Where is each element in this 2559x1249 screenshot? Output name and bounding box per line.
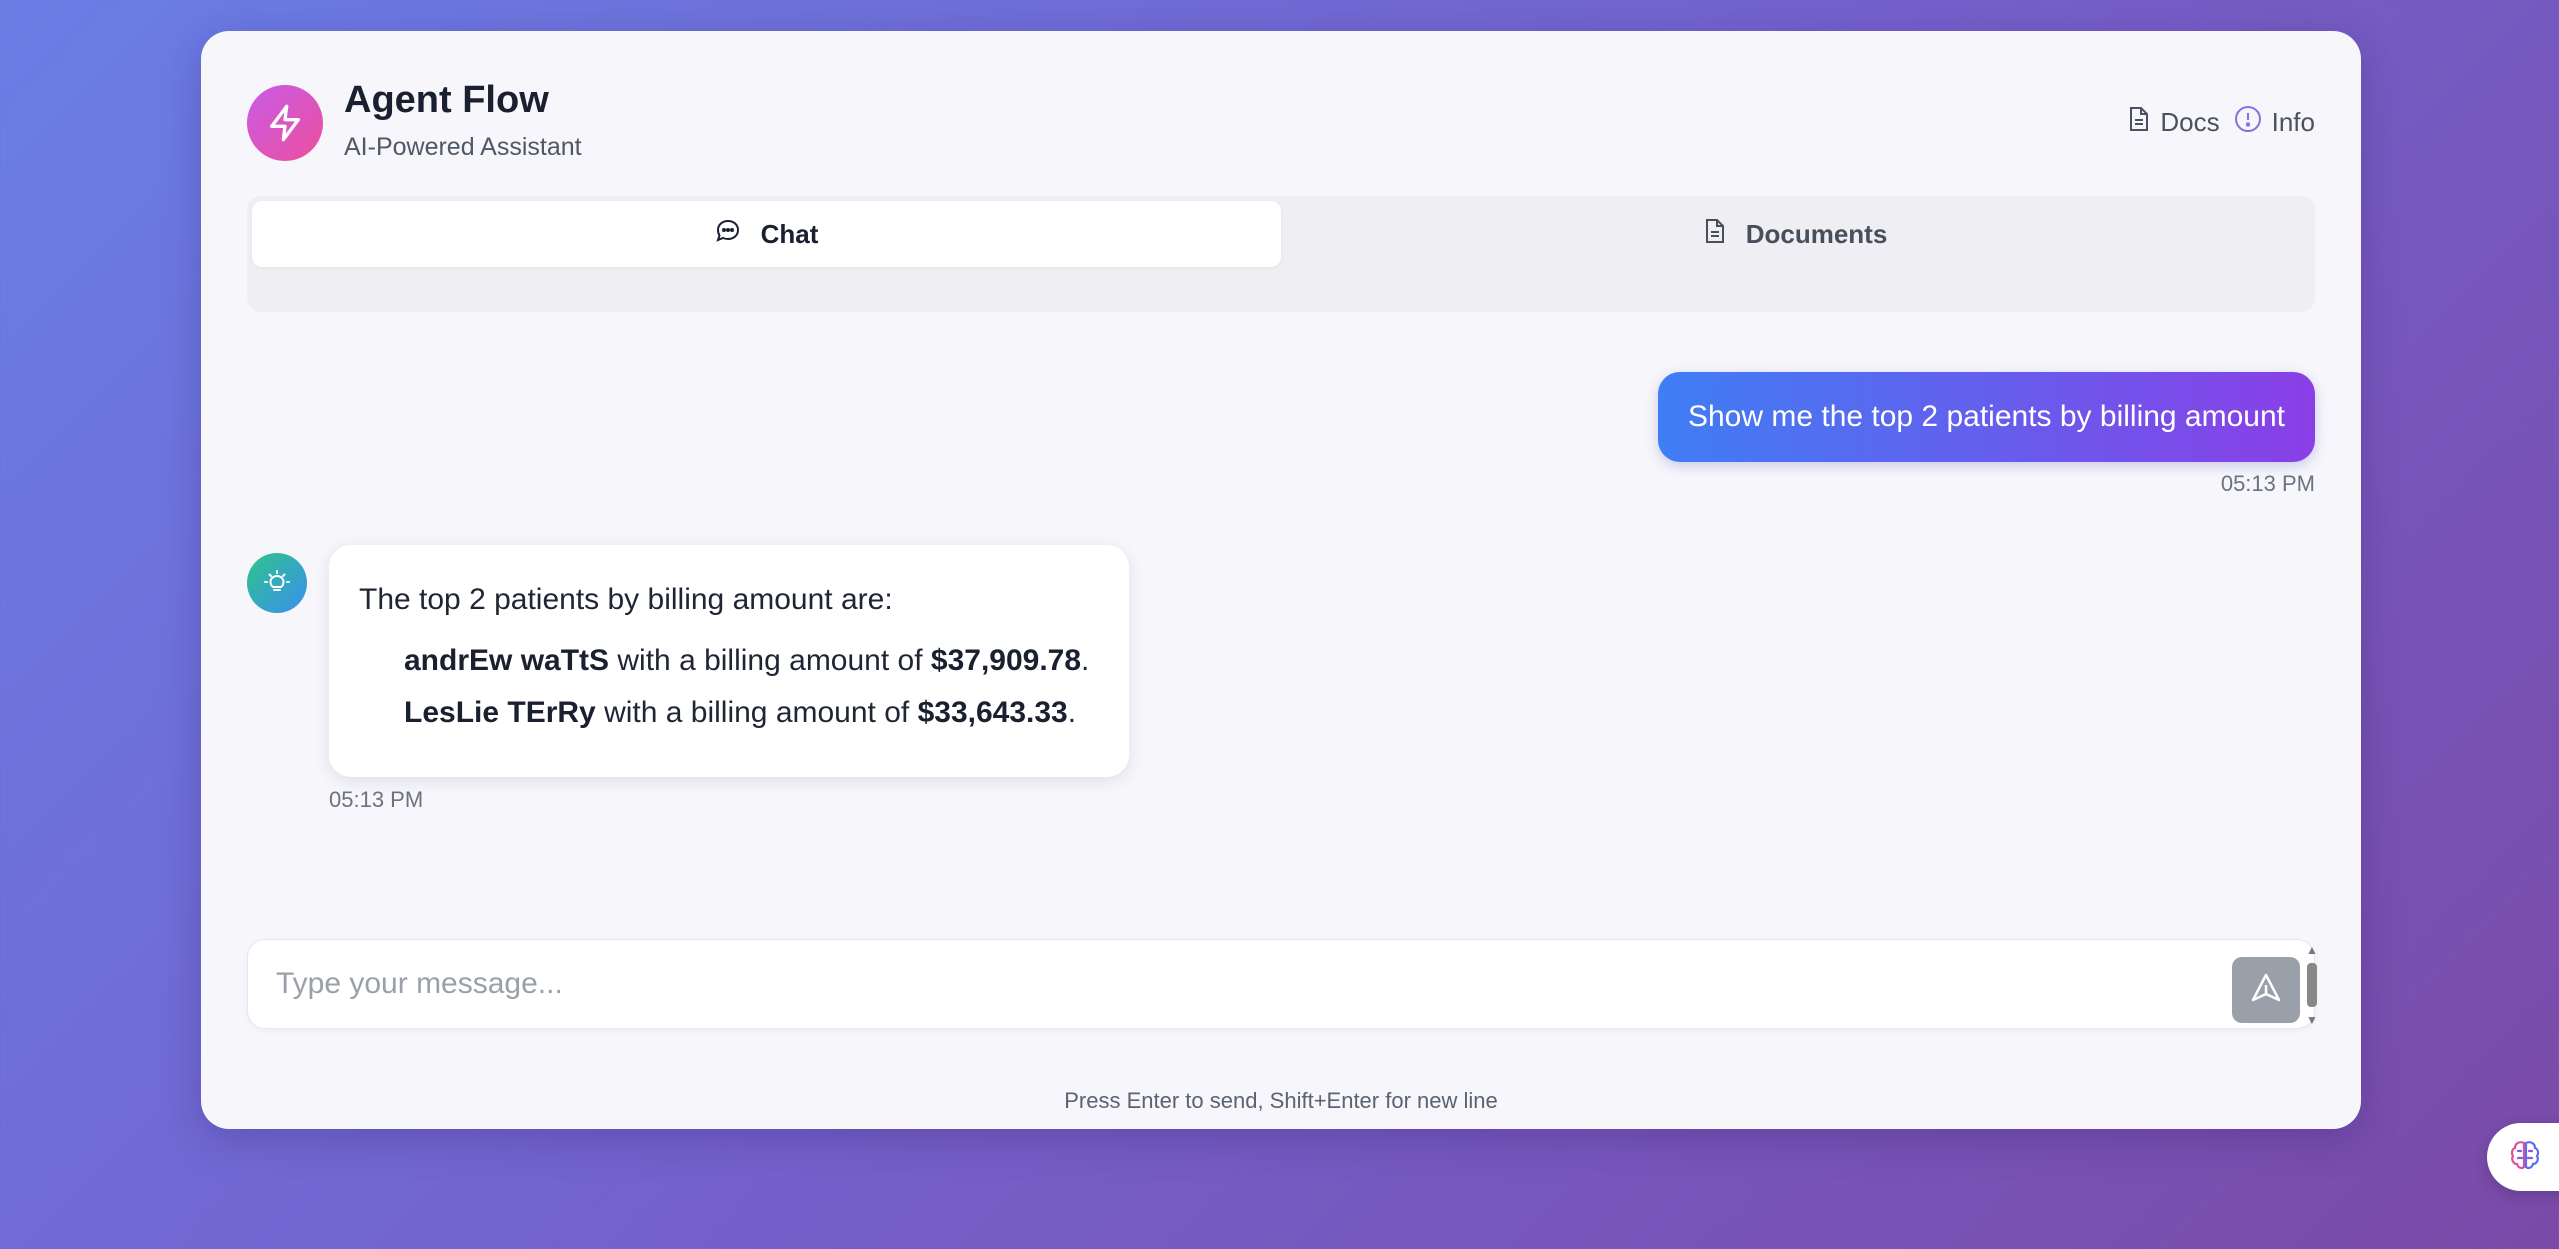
scroll-down-icon[interactable]: ▼ <box>2306 1014 2318 1026</box>
app-subtitle: AI-Powered Assistant <box>344 133 582 161</box>
lightning-icon <box>247 85 323 161</box>
tab-chat[interactable]: Chat <box>252 201 1281 267</box>
list-item-end: . <box>1081 644 1090 677</box>
assistant-message-time: 05:13 PM <box>329 787 424 812</box>
document-icon <box>1704 218 1726 251</box>
list-item: andrEw waTtS with a billing amount of $3… <box>404 635 1099 687</box>
app-card: Agent Flow AI-Powered Assistant Docs Inf… <box>201 31 2361 1129</box>
list-item-text: with a billing amount of <box>609 644 931 677</box>
document-icon <box>2128 106 2150 139</box>
tab-bar: Chat Documents <box>247 196 2315 312</box>
brain-icon <box>2507 1137 2543 1178</box>
tab-documents[interactable]: Documents <box>1281 201 2310 267</box>
info-icon <box>2234 105 2262 140</box>
patient-name: LesLie TErRy <box>404 696 596 729</box>
info-link-label: Info <box>2271 107 2315 137</box>
chat-bubble-icon <box>715 218 741 251</box>
floating-assistant-button[interactable] <box>2487 1123 2559 1191</box>
tab-documents-label: Documents <box>1745 218 1888 249</box>
assistant-intro-text: The top 2 patients by billing amount are… <box>359 583 893 616</box>
docs-link[interactable]: Docs <box>2128 106 2220 139</box>
send-icon <box>2249 971 2283 1010</box>
assistant-result-list: andrEw waTtS with a billing amount of $3… <box>359 635 1099 739</box>
scrollbar-thumb[interactable] <box>2307 963 2317 1007</box>
app-title: Agent Flow <box>344 79 549 121</box>
list-item-text: with a billing amount of <box>595 696 918 729</box>
user-message-text: Show me the top 2 patients by billing am… <box>1687 400 2285 433</box>
list-item: LesLie TErRy with a billing amount of $3… <box>404 687 1099 739</box>
docs-link-label: Docs <box>2160 107 2220 137</box>
list-item-end: . <box>1067 696 1077 729</box>
composer-scrollbar[interactable]: ▲ ▼ <box>2306 944 2318 1026</box>
assistant-message-bubble: The top 2 patients by billing amount are… <box>329 545 1129 777</box>
tab-chat-label: Chat <box>760 218 819 249</box>
user-message-bubble: Show me the top 2 patients by billing am… <box>1657 372 2315 462</box>
patient-name: andrEw waTtS <box>404 644 610 677</box>
lightbulb-icon <box>247 553 307 613</box>
user-message-time: 05:13 PM <box>2220 471 2315 496</box>
header-links: Docs Info <box>2128 105 2315 140</box>
send-button[interactable] <box>2232 957 2300 1023</box>
message-input[interactable] <box>248 940 2314 1028</box>
billing-amount: $33,643.33 <box>917 696 1068 729</box>
message-composer: ▲ ▼ <box>247 939 2318 1029</box>
composer-hint: Press Enter to send, Shift+Enter for new… <box>1064 1088 1498 1113</box>
scroll-up-icon[interactable]: ▲ <box>2306 944 2318 956</box>
info-link[interactable]: Info <box>2234 105 2315 140</box>
billing-amount: $37,909.78 <box>930 644 1082 677</box>
